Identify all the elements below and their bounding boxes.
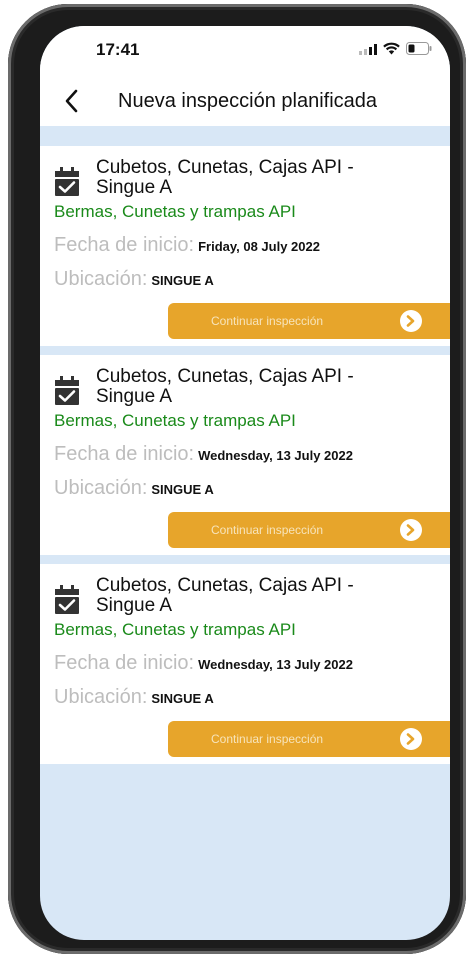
inspection-card: Cubetos, Cunetas, Cajas API - Singue A B… — [40, 355, 450, 555]
start-date-label: Fecha de inicio: — [54, 652, 195, 674]
status-icons — [359, 42, 432, 55]
back-button[interactable] — [56, 84, 86, 118]
start-date-value: Wednesday, 13 July 2022 — [198, 448, 353, 463]
start-date-label: Fecha de inicio: — [54, 443, 195, 465]
continue-inspection-label: Continuar inspección — [211, 314, 324, 328]
battery-icon — [406, 42, 432, 55]
start-date-row: Fecha de inicio: Friday, 08 July 2022 — [54, 234, 320, 257]
inspection-card: Cubetos, Cunetas, Cajas API - Singue A B… — [40, 564, 450, 764]
location-value: SINGUE A — [151, 482, 214, 497]
card-header: Cubetos, Cunetas, Cajas API - Singue A — [54, 158, 416, 198]
inspection-category: Bermas, Cunetas y trampas API — [54, 202, 296, 221]
arrow-right-circle-icon — [400, 519, 422, 541]
card-separator — [40, 346, 450, 355]
inspection-category: Bermas, Cunetas y trampas API — [54, 411, 296, 430]
navigation-bar: Nueva inspección planificada — [40, 76, 450, 126]
continue-inspection-button[interactable]: Continuar inspección — [168, 303, 450, 339]
location-value: SINGUE A — [151, 691, 214, 706]
chevron-left-icon — [65, 89, 78, 113]
calendar-check-icon — [55, 167, 79, 196]
card-header: Cubetos, Cunetas, Cajas API - Singue A — [54, 367, 416, 407]
arrow-right-circle-icon — [400, 310, 422, 332]
inspection-title: Cubetos, Cunetas, Cajas API - Singue A — [96, 575, 354, 616]
location-row: Ubicación: SINGUE A — [54, 477, 214, 500]
status-time: 17:41 — [96, 40, 140, 59]
inspection-category: Bermas, Cunetas y trampas API — [54, 620, 296, 639]
start-date-value: Wednesday, 13 July 2022 — [198, 657, 353, 672]
app-screen: 17:41 Nueva inspección planificada Cubet… — [40, 26, 450, 940]
start-date-row: Fecha de inicio: Wednesday, 13 July 2022 — [54, 652, 353, 675]
card-header: Cubetos, Cunetas, Cajas API - Singue A — [54, 576, 416, 616]
continue-inspection-label: Continuar inspección — [211, 523, 324, 537]
card-separator — [40, 555, 450, 564]
start-date-label: Fecha de inicio: — [54, 234, 195, 256]
signal-icon — [359, 43, 377, 55]
wifi-icon — [383, 42, 400, 55]
location-row: Ubicación: SINGUE A — [54, 686, 214, 709]
location-label: Ubicación: — [54, 268, 148, 290]
arrow-right-circle-icon — [400, 728, 422, 750]
start-date-value: Friday, 08 July 2022 — [198, 239, 320, 254]
start-date-row: Fecha de inicio: Wednesday, 13 July 2022 — [54, 443, 353, 466]
location-value: SINGUE A — [151, 273, 214, 288]
inspection-title: Cubetos, Cunetas, Cajas API - Singue A — [96, 157, 354, 198]
location-label: Ubicación: — [54, 477, 148, 499]
location-label: Ubicación: — [54, 686, 148, 708]
continue-inspection-label: Continuar inspección — [211, 732, 324, 746]
list-top-spacer — [40, 126, 450, 146]
calendar-check-icon — [55, 585, 79, 614]
continue-inspection-button[interactable]: Continuar inspección — [168, 721, 450, 757]
inspection-list: Cubetos, Cunetas, Cajas API - Singue A B… — [40, 126, 450, 764]
location-row: Ubicación: SINGUE A — [54, 268, 214, 291]
inspection-title: Cubetos, Cunetas, Cajas API - Singue A — [96, 366, 354, 407]
continue-inspection-button[interactable]: Continuar inspección — [168, 512, 450, 548]
status-bar: 17:41 — [40, 26, 450, 76]
phone-frame: 17:41 Nueva inspección planificada Cubet… — [8, 4, 466, 954]
inspection-card: Cubetos, Cunetas, Cajas API - Singue A B… — [40, 146, 450, 346]
calendar-check-icon — [55, 376, 79, 405]
page-title: Nueva inspección planificada — [118, 90, 378, 112]
